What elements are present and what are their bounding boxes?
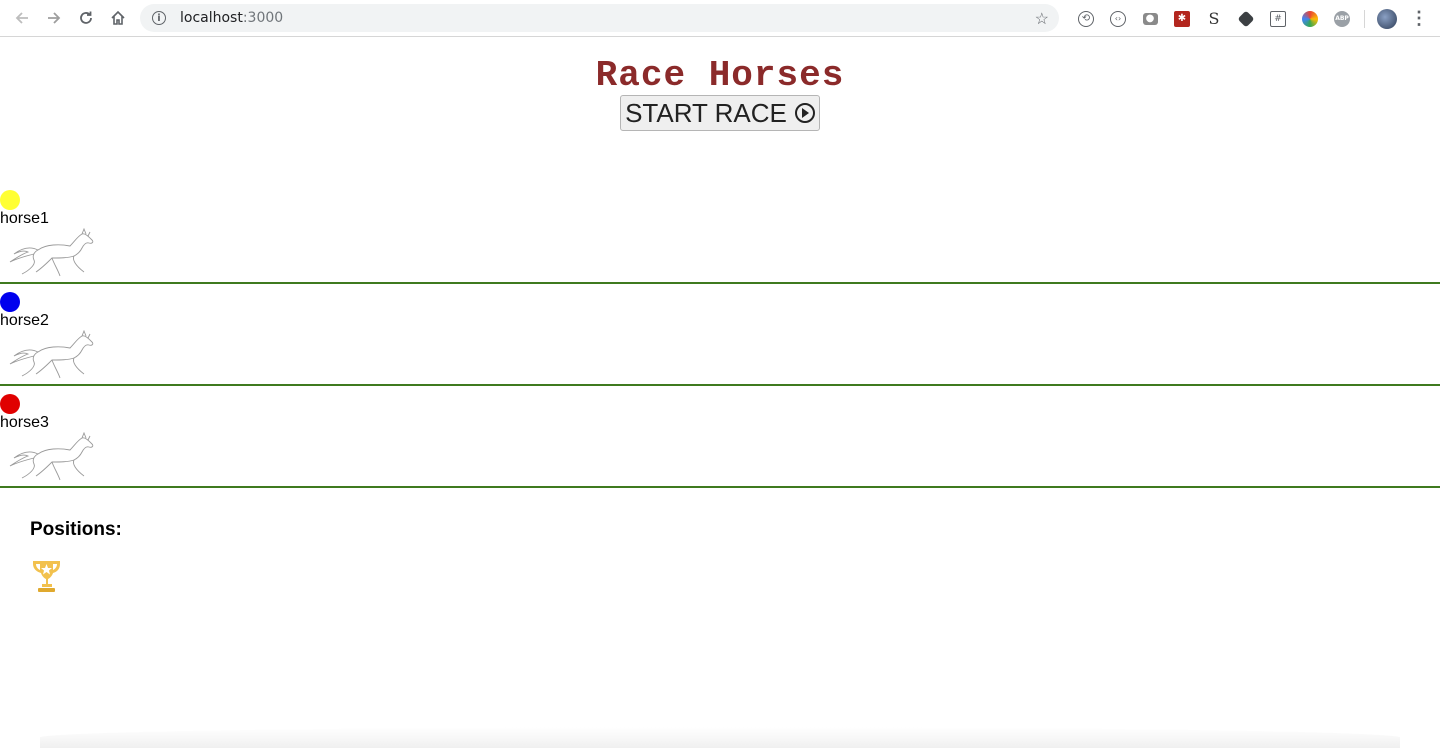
positions-heading: Positions:: [30, 519, 122, 540]
reload-icon[interactable]: [70, 2, 102, 34]
extension-camera-icon[interactable]: ●: [1134, 3, 1166, 35]
start-race-label: START RACE: [625, 97, 787, 128]
browser-menu-icon[interactable]: ⋮: [1403, 3, 1435, 35]
forward-arrow-icon[interactable]: [38, 2, 70, 34]
extension-color-icon[interactable]: [1294, 3, 1326, 35]
extension-code-icon[interactable]: ‹›: [1102, 3, 1134, 35]
url-port: :3000: [242, 10, 284, 26]
horse-icon: [9, 432, 94, 481]
horse-icon: [9, 330, 94, 379]
page-content: Race Horses START RACE horse1 horse2 hor…: [0, 37, 1440, 748]
toolbar-divider: [1364, 9, 1365, 28]
extension-red-icon[interactable]: ✱: [1166, 3, 1198, 35]
horse2-label: horse2: [0, 312, 49, 329]
race-lane-2: horse2: [0, 284, 1440, 386]
horse3-label: horse3: [0, 414, 49, 431]
horse1-label: horse1: [0, 210, 49, 227]
avatar: [1377, 8, 1397, 29]
info-icon[interactable]: i: [152, 11, 166, 25]
play-circle-icon: [794, 103, 815, 123]
race-lane-1: horse1: [0, 182, 1440, 284]
star-icon[interactable]: ☆: [1035, 9, 1049, 29]
extension-grid-icon[interactable]: #: [1262, 3, 1294, 35]
profile-avatar[interactable]: [1371, 3, 1403, 35]
horse-icon: [9, 228, 94, 277]
horse3-color-dot: [0, 394, 20, 414]
extension-sync-icon[interactable]: ⟲: [1070, 3, 1102, 35]
url-text[interactable]: localhost:3000: [180, 10, 283, 26]
extensions-bar: ⟲ ‹› ● ✱ S # ABP ⋮: [1070, 0, 1435, 37]
start-race-button[interactable]: START RACE: [620, 95, 820, 131]
address-bar[interactable]: i localhost:3000 ☆: [140, 4, 1059, 32]
extension-abp-icon[interactable]: ABP: [1326, 3, 1358, 35]
bottom-shadow: [40, 727, 1400, 748]
trophy-icon: [33, 561, 60, 592]
extension-s-icon[interactable]: S: [1198, 3, 1230, 35]
race-lane-3: horse3: [0, 386, 1440, 488]
extension-cube-icon[interactable]: [1230, 3, 1262, 35]
browser-toolbar: i localhost:3000 ☆ ⟲ ‹› ● ✱ S # ABP ⋮: [0, 0, 1440, 37]
url-host: localhost: [180, 10, 243, 26]
horse2-color-dot: [0, 292, 20, 312]
back-arrow-icon[interactable]: [6, 2, 38, 34]
home-icon[interactable]: [102, 2, 134, 34]
page-title: Race Horses: [595, 55, 845, 96]
horse1-color-dot: [0, 190, 20, 210]
